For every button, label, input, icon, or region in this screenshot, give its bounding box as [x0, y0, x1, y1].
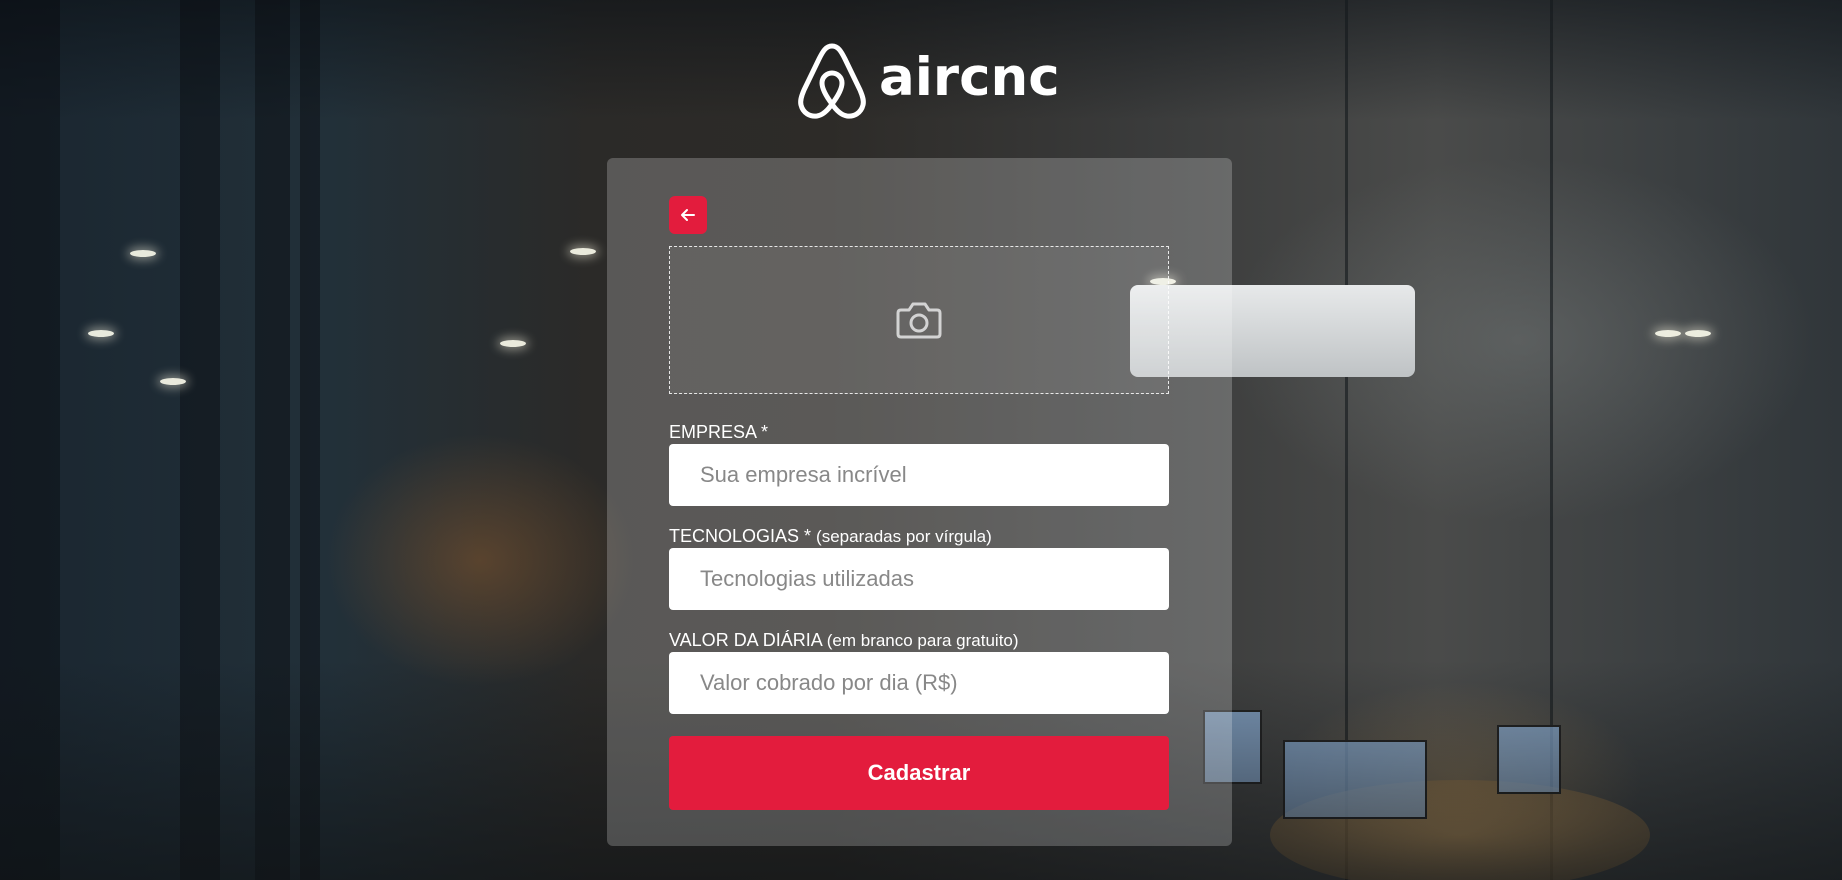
tecnologias-label-text: TECNOLOGIAS * — [669, 526, 812, 546]
valor-hint: (em branco para gratuito) — [826, 631, 1019, 650]
form-panel: EMPRESA * TECNOLOGIAS * (separadas por v… — [607, 158, 1232, 846]
back-button[interactable] — [669, 196, 707, 234]
cadastrar-button[interactable]: Cadastrar — [669, 736, 1169, 810]
empresa-input[interactable] — [669, 444, 1169, 506]
brand-name: aircnc — [879, 46, 1060, 108]
tecnologias-label: TECNOLOGIAS * (separadas por vírgula) — [669, 525, 992, 548]
airbnb-belo-icon — [798, 43, 866, 119]
camera-icon — [896, 302, 942, 339]
valor-input[interactable] — [669, 652, 1169, 714]
empresa-label: EMPRESA * — [669, 421, 768, 443]
empresa-label-text: EMPRESA * — [669, 422, 769, 442]
valor-label: VALOR DA DIÁRIA (em branco para gratuito… — [669, 629, 1019, 652]
tecnologias-input[interactable] — [669, 548, 1169, 610]
tecnologias-hint: (separadas por vírgula) — [816, 527, 992, 546]
arrow-left-icon — [681, 209, 695, 221]
brand-logo: aircnc — [795, 40, 1060, 120]
valor-label-text: VALOR DA DIÁRIA — [669, 630, 822, 650]
thumbnail-upload[interactable] — [669, 246, 1169, 394]
